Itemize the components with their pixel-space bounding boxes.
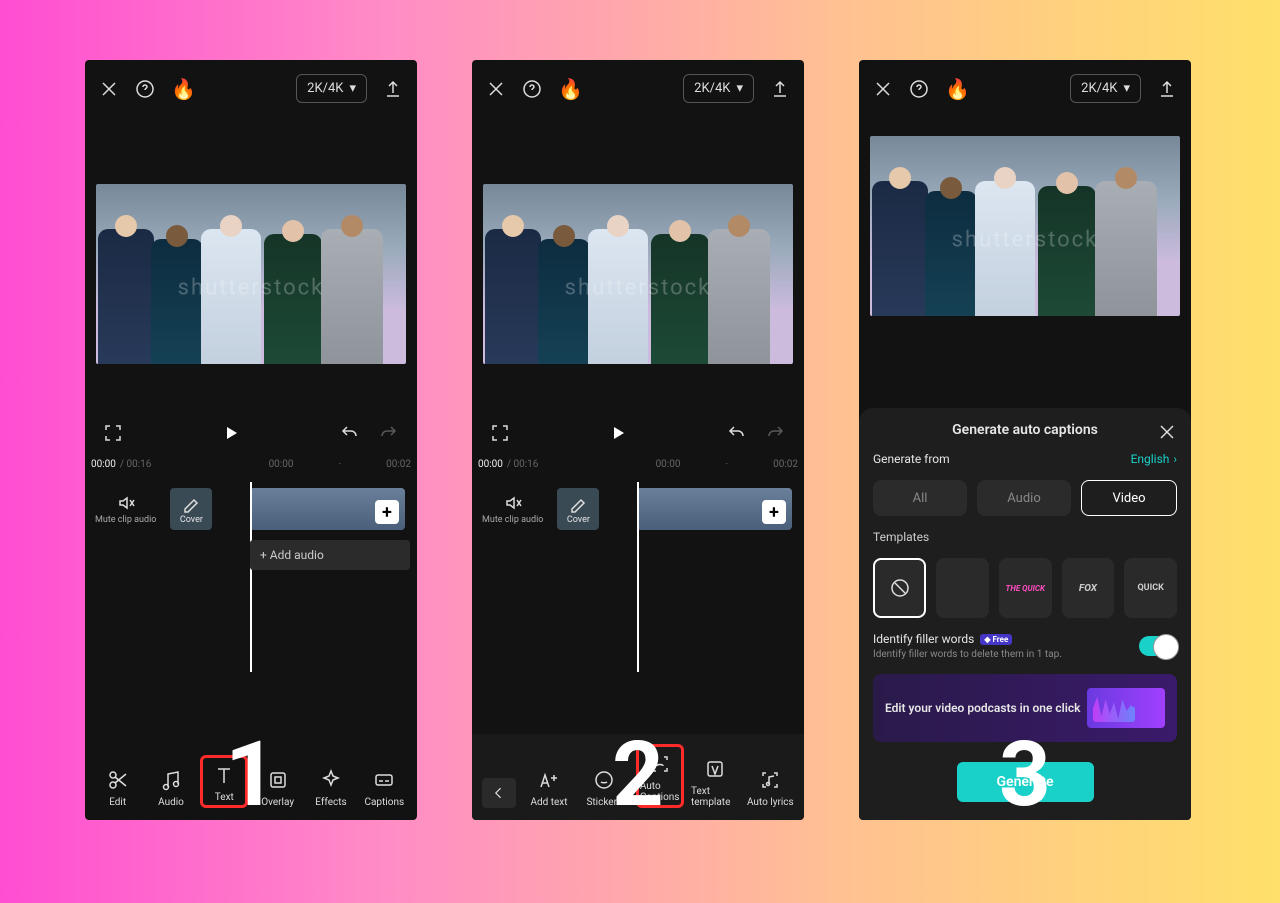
- chevron-right-icon: ›: [1173, 452, 1177, 466]
- speaker-icon: [116, 493, 136, 513]
- templates-label: Templates: [873, 530, 1177, 544]
- timeline[interactable]: Mute clip audio Cover + + Add audio: [85, 484, 417, 558]
- time-current: 00:00: [91, 459, 116, 470]
- video-preview[interactable]: shutterstock: [85, 117, 417, 417]
- pencil-icon: [181, 493, 201, 513]
- mute-audio-button[interactable]: Mute clip audio: [95, 493, 156, 525]
- watermark: shutterstock: [178, 276, 325, 301]
- template-item[interactable]: QUICK: [1124, 558, 1177, 618]
- free-badge: ◆ Free: [980, 634, 1012, 645]
- template-item[interactable]: FOX: [1062, 558, 1115, 618]
- phone-screen-3: 🔥 2K/4K▾ shutterstock: [859, 60, 1191, 820]
- source-video[interactable]: Video: [1081, 480, 1177, 516]
- video-clip[interactable]: +: [637, 488, 792, 530]
- timeline[interactable]: Mute clip audio Cover +: [472, 484, 804, 558]
- tool-auto-lyrics[interactable]: Auto lyrics: [746, 769, 794, 808]
- help-icon[interactable]: [522, 79, 542, 99]
- add-clip-button[interactable]: +: [375, 500, 399, 524]
- undo-icon[interactable]: [339, 423, 359, 443]
- tool-text-template[interactable]: Text template: [691, 758, 739, 808]
- phone-screen-2: 🔥 2K/4K▾ shutterstock: [472, 60, 804, 820]
- export-icon[interactable]: [383, 79, 403, 99]
- resolution-button[interactable]: 2K/4K▾: [683, 74, 754, 103]
- help-icon[interactable]: [135, 79, 155, 99]
- export-icon[interactable]: [1157, 79, 1177, 99]
- close-icon[interactable]: [873, 79, 893, 99]
- playhead[interactable]: [637, 482, 639, 672]
- template-list: THE QUICK FOX QUICK: [873, 558, 1177, 618]
- step-number: 1: [225, 730, 277, 820]
- flame-icon[interactable]: 🔥: [945, 77, 970, 101]
- tool-captions[interactable]: Captions: [360, 769, 408, 808]
- tool-effects[interactable]: Effects: [307, 769, 355, 808]
- text-template-icon: [704, 758, 726, 780]
- flame-icon[interactable]: 🔥: [558, 77, 583, 101]
- language-select[interactable]: English›: [1131, 452, 1177, 466]
- auto-lyrics-icon: [759, 769, 781, 791]
- music-note-icon: [160, 769, 182, 791]
- add-text-icon: [538, 769, 560, 791]
- sparkle-icon: [320, 769, 342, 791]
- video-clip[interactable]: +: [250, 488, 405, 530]
- add-clip-button[interactable]: +: [762, 500, 786, 524]
- template-item[interactable]: THE QUICK: [999, 558, 1052, 618]
- video-preview[interactable]: shutterstock: [859, 117, 1191, 327]
- time-total: / 00:16: [120, 459, 152, 470]
- step-number: 3: [999, 730, 1051, 820]
- cover-button[interactable]: Cover: [170, 488, 212, 530]
- export-icon[interactable]: [770, 79, 790, 99]
- generate-from-label: Generate from: [873, 452, 950, 466]
- play-button[interactable]: [608, 423, 628, 443]
- add-audio-button[interactable]: + Add audio: [250, 540, 410, 570]
- cover-button[interactable]: Cover: [557, 488, 599, 530]
- video-preview[interactable]: shutterstock: [472, 117, 804, 417]
- fullscreen-icon[interactable]: [490, 423, 510, 443]
- scissors-icon: [107, 769, 129, 791]
- playhead[interactable]: [250, 482, 252, 672]
- mute-audio-button[interactable]: Mute clip audio: [482, 493, 543, 525]
- resolution-button[interactable]: 2K/4K▾: [1070, 74, 1141, 103]
- filler-words-label: Identify filler words ◆ Free: [873, 632, 1062, 646]
- redo-icon: [766, 423, 786, 443]
- redo-icon: [379, 423, 399, 443]
- source-audio[interactable]: Audio: [977, 480, 1071, 516]
- flame-icon[interactable]: 🔥: [171, 77, 196, 101]
- resolution-button[interactable]: 2K/4K▾: [296, 74, 367, 103]
- tool-audio[interactable]: Audio: [147, 769, 195, 808]
- filler-toggle[interactable]: [1139, 636, 1177, 656]
- play-button[interactable]: [221, 423, 241, 443]
- undo-icon[interactable]: [726, 423, 746, 443]
- back-button[interactable]: [482, 778, 516, 808]
- close-icon[interactable]: [486, 79, 506, 99]
- captions-icon: [373, 769, 395, 791]
- step-number: 2: [612, 730, 664, 820]
- tool-edit[interactable]: Edit: [94, 769, 142, 808]
- help-icon[interactable]: [909, 79, 929, 99]
- phone-screen-1: 🔥 2K/4K▾ shutterstock: [85, 60, 417, 820]
- close-icon[interactable]: [99, 79, 119, 99]
- template-none[interactable]: [873, 558, 926, 618]
- filler-words-subtitle: Identify filler words to delete them in …: [873, 649, 1062, 660]
- fullscreen-icon[interactable]: [103, 423, 123, 443]
- template-item[interactable]: [936, 558, 989, 618]
- promo-art: [1087, 688, 1165, 728]
- chevron-down-icon: ▾: [349, 81, 356, 96]
- tool-add-text[interactable]: Add text: [525, 769, 573, 808]
- panel-close-button[interactable]: [1157, 422, 1177, 442]
- panel-title: Generate auto captions: [952, 422, 1098, 438]
- source-all[interactable]: All: [873, 480, 967, 516]
